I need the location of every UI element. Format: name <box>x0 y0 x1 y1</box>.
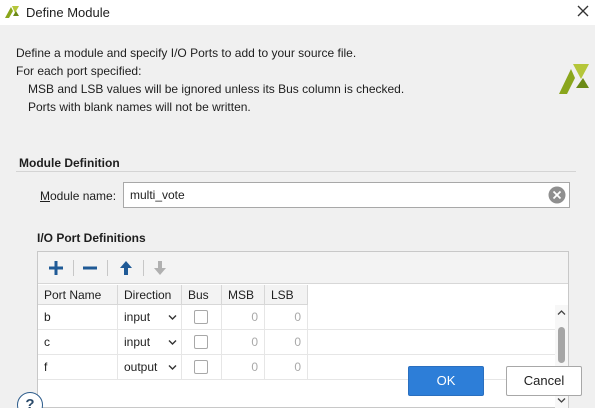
description-line: For each port specified: <box>16 64 142 78</box>
close-icon[interactable] <box>575 3 591 19</box>
port-table-toolbar <box>38 252 568 284</box>
module-name-label: Module name: <box>40 189 116 203</box>
column-header-bus[interactable]: Bus <box>182 285 222 305</box>
bus-cell <box>182 355 222 380</box>
module-name-input[interactable] <box>123 182 570 208</box>
title-bar: Define Module <box>0 0 595 25</box>
chevron-down-icon <box>168 365 177 370</box>
move-up-icon[interactable] <box>114 257 138 279</box>
table-row[interactable]: c input 0 0 <box>38 330 555 355</box>
mnemonic-letter: M <box>40 189 50 203</box>
toolbar-separator <box>107 260 108 276</box>
bus-cell <box>182 305 222 330</box>
scrollbar-thumb[interactable] <box>558 327 565 363</box>
direction-value: input <box>124 310 151 324</box>
bus-checkbox[interactable] <box>194 335 208 349</box>
description-line: Define a module and specify I/O Ports to… <box>16 46 357 60</box>
ok-button[interactable]: OK <box>408 366 484 396</box>
lsb-cell[interactable]: 0 <box>265 355 308 380</box>
move-down-icon <box>154 261 166 275</box>
chevron-down-icon <box>168 340 177 345</box>
direction-dropdown[interactable]: input <box>118 305 182 330</box>
column-header-port-name[interactable]: Port Name <box>38 285 118 305</box>
section-divider <box>16 171 576 172</box>
port-name-cell[interactable]: c <box>38 330 118 355</box>
vivado-brand-logo-icon <box>559 64 589 94</box>
cancel-button[interactable]: Cancel <box>506 366 582 396</box>
add-icon[interactable] <box>44 257 68 279</box>
description-line: Ports with blank names will not be writt… <box>28 100 251 114</box>
bus-checkbox[interactable] <box>194 360 208 374</box>
module-definition-heading: Module Definition <box>19 156 120 170</box>
clear-icon[interactable] <box>548 186 566 204</box>
bus-checkbox[interactable] <box>194 310 208 324</box>
column-header-msb[interactable]: MSB <box>222 285 265 305</box>
scroll-up-icon[interactable] <box>557 309 566 316</box>
direction-dropdown[interactable]: output <box>118 355 182 380</box>
io-port-definitions-heading: I/O Port Definitions <box>37 231 146 245</box>
table-row[interactable]: b input 0 0 <box>38 305 555 330</box>
lsb-cell[interactable]: 0 <box>265 330 308 355</box>
toolbar-separator <box>143 260 144 276</box>
dialog-body: Define a module and specify I/O Ports to… <box>0 25 595 408</box>
direction-dropdown[interactable]: input <box>118 330 182 355</box>
port-name-cell[interactable]: f <box>38 355 118 380</box>
remove-icon[interactable] <box>78 257 102 279</box>
msb-cell[interactable]: 0 <box>222 330 265 355</box>
scroll-down-icon[interactable] <box>557 397 566 404</box>
window-title: Define Module <box>26 5 110 20</box>
direction-value: output <box>124 360 158 374</box>
msb-cell[interactable]: 0 <box>222 355 265 380</box>
grid-header: Port Name Direction Bus MSB LSB <box>38 285 308 305</box>
column-header-lsb[interactable]: LSB <box>265 285 308 305</box>
column-header-direction[interactable]: Direction <box>118 285 182 305</box>
module-name-label-text: odule name: <box>50 189 117 203</box>
port-name-cell[interactable]: b <box>38 305 118 330</box>
chevron-down-icon <box>168 315 177 320</box>
port-table: Port Name Direction Bus MSB LSB b input … <box>37 251 569 408</box>
lsb-cell[interactable]: 0 <box>265 305 308 330</box>
bus-cell <box>182 330 222 355</box>
toolbar-separator <box>73 260 74 276</box>
msb-cell[interactable]: 0 <box>222 305 265 330</box>
vivado-logo-icon <box>5 6 19 18</box>
description-line: MSB and LSB values will be ignored unles… <box>28 82 405 96</box>
direction-value: input <box>124 335 151 349</box>
description: Define a module and specify I/O Ports to… <box>16 44 404 116</box>
